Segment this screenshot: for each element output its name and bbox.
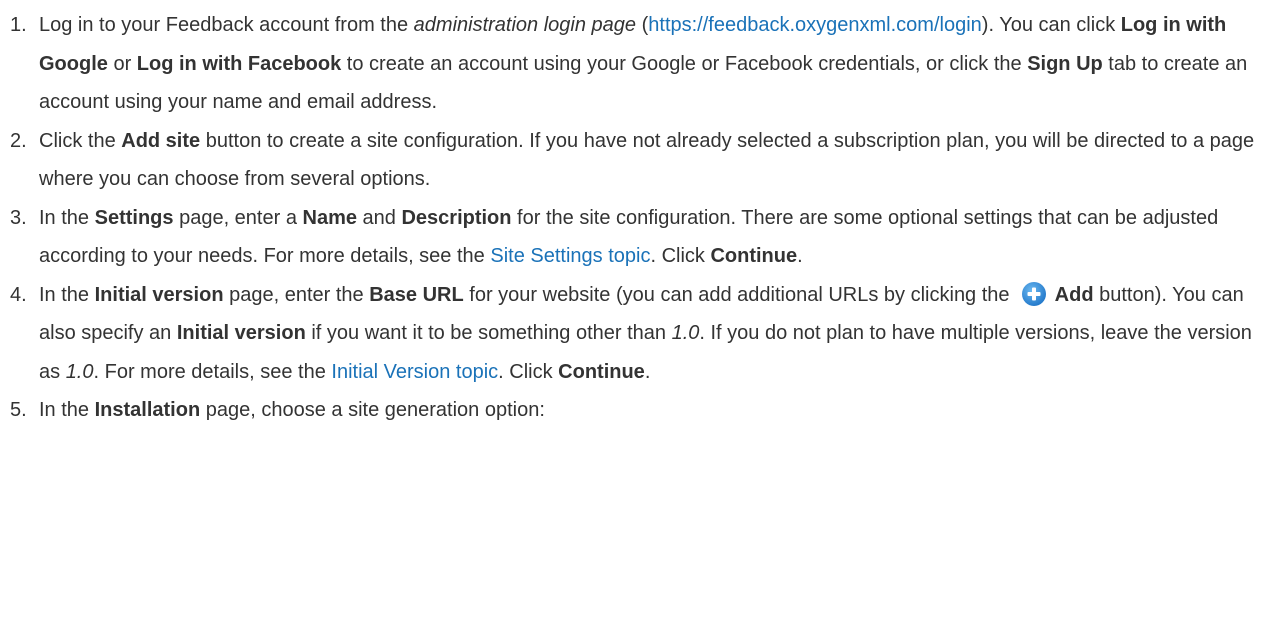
ui-term: Name <box>302 206 357 229</box>
ui-term: Description <box>401 206 512 229</box>
step-text: or <box>107 52 137 75</box>
ui-term: Add site <box>121 129 201 152</box>
step-text: ). You can click <box>981 14 1121 36</box>
ui-term: Add <box>1054 283 1094 306</box>
doc-link[interactable]: Initial Version topic <box>331 361 498 383</box>
emphasis-text: 1.0 <box>65 360 94 383</box>
step-item: 2. Click the Add site button to create a … <box>0 122 1262 199</box>
step-number: 1. <box>10 14 27 36</box>
procedure-steps-list: 1. Log in to your Feedback account from t… <box>0 6 1262 430</box>
step-text: . For more details, see the <box>93 360 332 383</box>
ui-term: Continue <box>558 360 645 383</box>
step-text: . <box>644 360 651 383</box>
step-item: 5. In the Installation page, choose a sit… <box>0 391 1262 430</box>
step-text: . Click <box>650 245 711 267</box>
step-number: 5. <box>10 399 27 421</box>
step-text: for your website (you can add additional… <box>463 283 1010 306</box>
step-text: . Click <box>498 360 559 383</box>
step-number: 2. <box>10 129 27 152</box>
emphasis-text: 1.0 <box>671 322 700 344</box>
step-text: button to create a site configuration. I… <box>39 129 1255 191</box>
step-item: 1. Log in to your Feedback account from t… <box>0 6 1262 122</box>
emphasis-text: administration login page <box>413 14 637 36</box>
step-text: In the <box>39 206 95 229</box>
ui-term: Initial version <box>176 322 306 344</box>
step-number: 3. <box>10 206 27 229</box>
step-item: 3. In the Settings page, enter a Name and… <box>0 199 1262 276</box>
step-text: In the <box>39 283 95 306</box>
ui-term: Log in with Facebook <box>136 52 342 75</box>
ui-term: Base URL <box>369 283 464 306</box>
step-text: to create an account using your Google o… <box>341 52 1028 75</box>
step-item: 4. In the Initial version page, enter the… <box>0 276 1262 392</box>
step-text: page, enter a <box>173 206 303 229</box>
ui-term: Initial version <box>94 283 224 306</box>
doc-link[interactable]: https://feedback.oxygenxml.com/login <box>648 14 982 36</box>
step-text: Log in to your Feedback account from the <box>39 14 414 36</box>
ui-term: Continue <box>710 245 798 267</box>
ui-term: Settings <box>94 206 174 229</box>
step-text: ( <box>636 14 649 36</box>
step-text: and <box>356 206 402 229</box>
ui-term: Installation <box>94 399 201 421</box>
step-text: . <box>797 245 803 267</box>
step-text: if you want it to be something other tha… <box>305 322 672 344</box>
step-text: page, choose a site generation option: <box>200 399 545 421</box>
step-text: page, enter the <box>223 283 370 306</box>
step-text: Click the <box>39 129 122 152</box>
ui-term: Sign Up <box>1027 52 1103 75</box>
step-number: 4. <box>10 283 27 306</box>
doc-link[interactable]: Site Settings topic <box>490 245 650 267</box>
step-text: In the <box>39 399 95 421</box>
add-circle-icon <box>1022 281 1047 306</box>
